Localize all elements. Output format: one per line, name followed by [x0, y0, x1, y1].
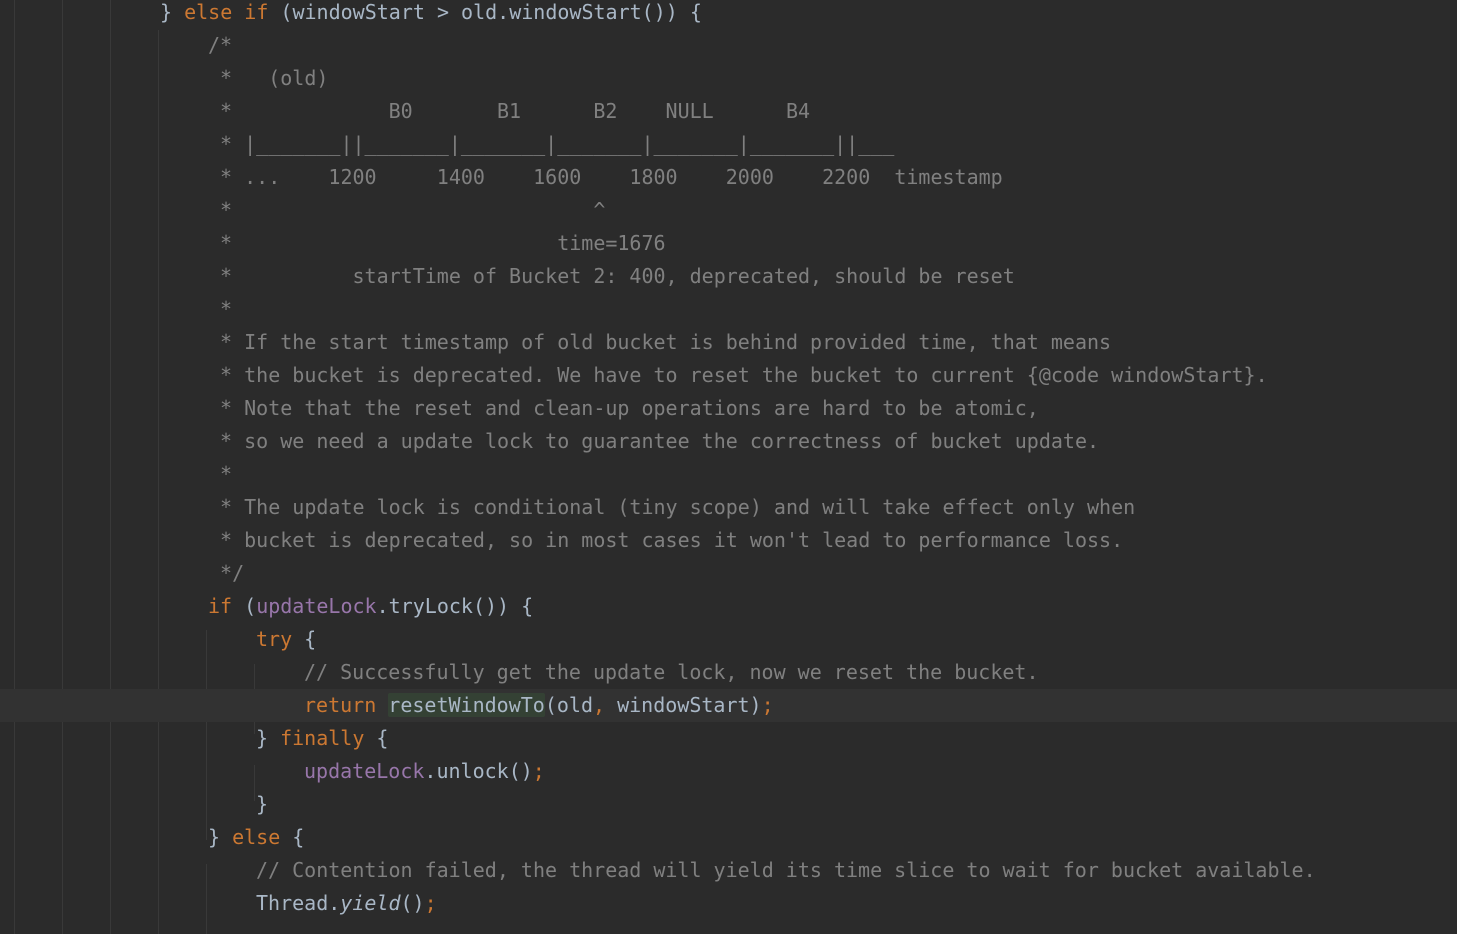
- code-token: *: [208, 462, 233, 486]
- code-line[interactable]: * ^: [208, 194, 605, 227]
- code-token: else: [232, 825, 281, 849]
- code-token: *: [208, 297, 233, 321]
- code-line[interactable]: if (updateLock.tryLock()) {: [208, 590, 533, 623]
- code-token: * bucket is deprecated, so in most cases…: [208, 528, 1124, 552]
- code-token: }: [256, 726, 281, 750]
- code-line[interactable]: } finally {: [256, 722, 388, 755]
- code-token: (old: [544, 693, 594, 717]
- code-token: * If the start timestamp of old bucket i…: [208, 330, 1112, 354]
- code-token: windowStart): [605, 693, 762, 717]
- code-line[interactable]: /*: [208, 29, 232, 62]
- code-token: }: [256, 792, 269, 816]
- code-token: ;: [532, 759, 545, 783]
- code-token: updateLock: [304, 759, 425, 783]
- code-token: finally: [280, 726, 365, 750]
- code-token: }: [160, 0, 185, 24]
- code-line[interactable]: * (old): [208, 62, 328, 95]
- code-line[interactable]: }: [256, 788, 268, 821]
- code-line[interactable]: *: [208, 293, 232, 326]
- code-line[interactable]: // Contention failed, the thread will yi…: [256, 854, 1316, 887]
- code-token: * the bucket is deprecated. We have to r…: [208, 363, 1268, 387]
- code-token: ;: [424, 891, 437, 915]
- indent-guide: [206, 630, 207, 840]
- code-token: ;: [761, 693, 774, 717]
- code-token: * Note that the reset and clean-up opera…: [208, 396, 1039, 420]
- code-editor[interactable]: } else if (windowStart > old.windowStart…: [0, 0, 1457, 934]
- code-token: * ^: [208, 198, 606, 222]
- code-token: // Contention failed, the thread will yi…: [256, 858, 1316, 882]
- code-token: */: [208, 561, 245, 585]
- code-token: * time=1676: [208, 231, 666, 255]
- code-line[interactable]: * time=1676: [208, 227, 666, 260]
- code-token: resetWindowTo: [388, 693, 545, 717]
- code-token: {: [280, 825, 305, 849]
- code-token: * B0 B1 B2 NULL B4: [208, 99, 811, 123]
- code-line[interactable]: updateLock.unlock();: [304, 755, 545, 788]
- code-line[interactable]: } else {: [208, 821, 304, 854]
- code-token: * (old): [208, 66, 329, 90]
- indent-guide: [158, 30, 159, 934]
- code-token: // Successfully get the update lock, now…: [304, 660, 1039, 684]
- indent-guide: [14, 0, 15, 934]
- code-line[interactable]: *: [208, 458, 232, 491]
- code-token: (: [232, 594, 257, 618]
- code-line[interactable]: * The update lock is conditional (tiny s…: [208, 491, 1135, 524]
- code-line[interactable]: try {: [256, 623, 316, 656]
- code-token: if: [208, 594, 233, 618]
- code-line[interactable]: * startTime of Bucket 2: 400, deprecated…: [208, 260, 1015, 293]
- code-line[interactable]: * If the start timestamp of old bucket i…: [208, 326, 1111, 359]
- code-token: /*: [208, 33, 233, 57]
- code-line[interactable]: * ... 1200 1400 1600 1800 2000 2200 time…: [208, 161, 1003, 194]
- code-line[interactable]: } else if (windowStart > old.windowStart…: [160, 0, 702, 29]
- code-token: updateLock: [256, 594, 377, 618]
- code-token: (): [400, 891, 425, 915]
- code-token: .unlock(): [424, 759, 533, 783]
- code-line[interactable]: */: [208, 557, 244, 590]
- code-token: return: [304, 693, 377, 717]
- code-token: ,: [593, 693, 606, 717]
- code-token: * |_______||_______|_______|_______|____…: [208, 132, 895, 156]
- code-line[interactable]: * |_______||_______|_______|_______|____…: [208, 128, 894, 161]
- code-line[interactable]: return resetWindowTo(old, windowStart);: [304, 689, 774, 722]
- code-token: * ... 1200 1400 1600 1800 2000 2200 time…: [208, 165, 1003, 189]
- code-line[interactable]: * B0 B1 B2 NULL B4: [208, 95, 810, 128]
- code-token: {: [292, 627, 317, 651]
- indent-guide: [206, 864, 207, 934]
- code-line[interactable]: * Note that the reset and clean-up opera…: [208, 392, 1039, 425]
- code-token: * startTime of Bucket 2: 400, deprecated…: [208, 264, 1015, 288]
- code-line[interactable]: * so we need a update lock to guarantee …: [208, 425, 1099, 458]
- code-token: {: [364, 726, 389, 750]
- code-token: try: [256, 627, 293, 651]
- code-line[interactable]: // Successfully get the update lock, now…: [304, 656, 1039, 689]
- code-token: (windowStart > old.windowStart()) {: [268, 0, 702, 24]
- code-token: .tryLock()) {: [376, 594, 534, 618]
- code-token: * so we need a update lock to guarantee …: [208, 429, 1100, 453]
- code-line[interactable]: Thread.yield();: [256, 887, 437, 920]
- code-token: * The update lock is conditional (tiny s…: [208, 495, 1136, 519]
- code-line[interactable]: * bucket is deprecated, so in most cases…: [208, 524, 1123, 557]
- code-token: }: [208, 825, 233, 849]
- indent-guide: [62, 0, 63, 934]
- code-token: Thread.: [256, 891, 341, 915]
- code-token: yield: [340, 891, 401, 915]
- indent-guide: [110, 0, 111, 934]
- code-token: else if: [184, 0, 269, 24]
- indent-guide: [254, 765, 255, 801]
- code-line[interactable]: * the bucket is deprecated. We have to r…: [208, 359, 1268, 392]
